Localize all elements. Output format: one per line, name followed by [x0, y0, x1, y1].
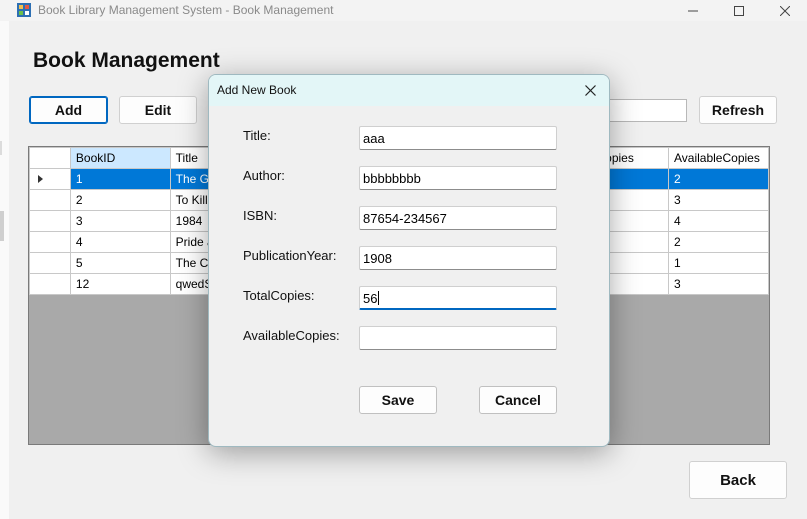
dialog-title: Add New Book — [217, 83, 297, 97]
isbn-field[interactable]: 87654-234567 — [359, 206, 557, 230]
close-icon — [584, 84, 596, 96]
cell-bookid[interactable]: 4 — [69, 231, 171, 253]
app-icon — [17, 3, 31, 17]
row-header[interactable] — [29, 210, 71, 232]
row-header[interactable] — [29, 189, 71, 211]
author-field[interactable]: bbbbbbbb — [359, 166, 557, 190]
available-copies-field[interactable] — [359, 326, 557, 350]
total-copies-value: 56 — [363, 291, 378, 306]
search-input[interactable] — [598, 99, 687, 122]
frame-splitter — [0, 211, 4, 241]
row-header[interactable] — [29, 168, 71, 190]
dialog-close-button[interactable] — [577, 78, 603, 102]
row-header[interactable] — [29, 231, 71, 253]
cell-bookid[interactable]: 3 — [69, 210, 171, 232]
add-book-dialog: Add New Book Title: aaa Author: bbbbbbbb… — [208, 74, 610, 447]
column-header-bookid[interactable]: BookID — [69, 147, 171, 169]
edit-button[interactable]: Edit — [119, 96, 197, 124]
row-header[interactable] — [29, 273, 71, 295]
cell-bookid[interactable]: 1 — [69, 168, 171, 190]
maximize-button[interactable] — [716, 0, 762, 21]
refresh-button[interactable]: Refresh — [699, 96, 777, 124]
publication-year-field[interactable]: 1908 — [359, 246, 557, 270]
current-row-arrow-icon — [38, 175, 43, 183]
cell-availablecopies[interactable]: 3 — [668, 273, 769, 295]
save-button[interactable]: Save — [359, 386, 437, 414]
total-copies-field[interactable]: 56 — [359, 286, 557, 310]
cell-bookid[interactable]: 2 — [69, 189, 171, 211]
publication-year-label: PublicationYear: — [243, 248, 337, 263]
cell-availablecopies[interactable]: 3 — [668, 189, 769, 211]
cell-availablecopies[interactable]: 2 — [668, 231, 769, 253]
title-label: Title: — [243, 128, 271, 143]
cell-availablecopies[interactable]: 4 — [668, 210, 769, 232]
row-header[interactable] — [29, 252, 71, 274]
author-label: Author: — [243, 168, 285, 183]
total-copies-label: TotalCopies: — [243, 288, 315, 303]
available-copies-label: AvailableCopies: — [243, 328, 340, 343]
cell-bookid[interactable]: 12 — [69, 273, 171, 295]
cell-availablecopies[interactable]: 1 — [668, 252, 769, 274]
frame-divider — [0, 141, 2, 155]
window-titlebar: Book Library Management System - Book Ma… — [0, 0, 807, 21]
window-left-frame — [0, 21, 9, 519]
close-button[interactable] — [762, 0, 807, 21]
text-caret — [378, 291, 380, 305]
window-title: Book Library Management System - Book Ma… — [38, 3, 334, 17]
page-title: Book Management — [33, 49, 220, 72]
cell-availablecopies[interactable]: 2 — [668, 168, 769, 190]
row-header-corner — [29, 147, 71, 169]
isbn-label: ISBN: — [243, 208, 277, 223]
column-header-availablecopies[interactable]: AvailableCopies — [668, 147, 769, 169]
title-field[interactable]: aaa — [359, 126, 557, 150]
add-button[interactable]: Add — [29, 96, 108, 124]
minimize-icon — [688, 10, 698, 11]
maximize-icon — [734, 5, 744, 16]
back-button[interactable]: Back — [689, 461, 787, 499]
minimize-button[interactable] — [670, 0, 716, 21]
close-icon — [780, 5, 790, 16]
cell-bookid[interactable]: 5 — [69, 252, 171, 274]
cancel-button[interactable]: Cancel — [479, 386, 557, 414]
dialog-titlebar: Add New Book — [209, 75, 609, 106]
